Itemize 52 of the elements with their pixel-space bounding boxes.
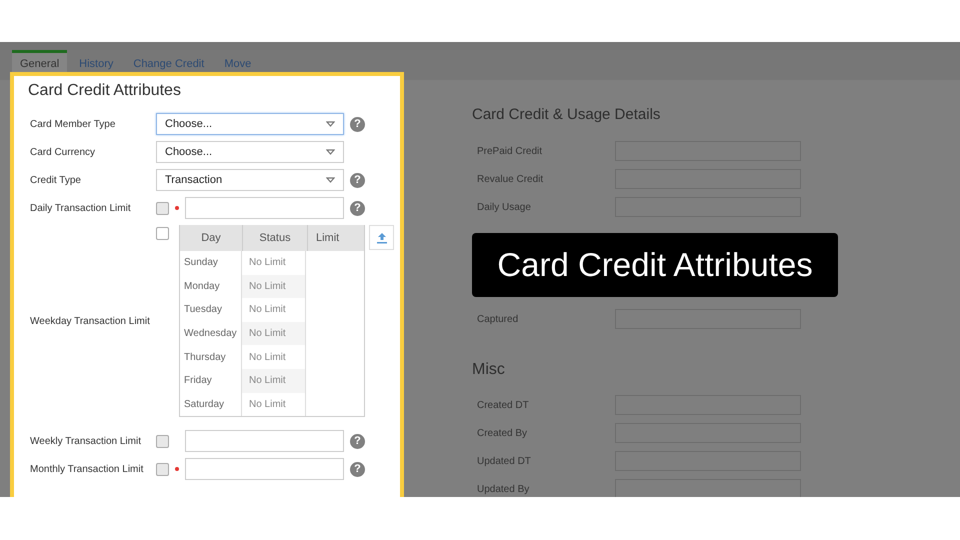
- panel-title: Card Credit Attributes: [28, 82, 182, 100]
- field-label: PrePaid Credit: [476, 146, 544, 156]
- caret-icon: [326, 121, 335, 127]
- table-cell: No Limit: [242, 322, 306, 346]
- caret-icon: [326, 149, 335, 155]
- table-cell: Tuesday: [180, 298, 242, 322]
- column-header: Status: [243, 225, 308, 251]
- column-header: Limit: [315, 231, 340, 246]
- table-cell: No Limit: [242, 368, 306, 393]
- table-cell: No Limit: [242, 392, 306, 416]
- field-label: Credit Type: [30, 174, 82, 186]
- upload-button[interactable]: [369, 225, 394, 250]
- field-label: Weekly Transaction Limit: [30, 436, 142, 447]
- input-field[interactable]: [615, 479, 801, 497]
- field-label: Monthly Transaction Limit: [30, 464, 144, 475]
- help-icon[interactable]: ?: [350, 434, 365, 449]
- section-title: Misc: [472, 361, 506, 379]
- table-cell: Saturday: [180, 392, 242, 416]
- dropdown[interactable]: Choose...: [156, 113, 344, 135]
- field-label: Updated DT: [476, 456, 532, 466]
- section-title: Card Credit & Usage Details: [472, 106, 662, 123]
- field-label: Card Currency: [30, 146, 96, 158]
- caption-banner: Card Credit Attributes: [472, 233, 838, 297]
- dropdown[interactable]: Transaction: [156, 169, 344, 191]
- checkbox[interactable]: [156, 462, 169, 476]
- table-cell: Sunday: [180, 251, 242, 275]
- dropdown[interactable]: Choose...: [156, 141, 344, 163]
- upload-icon: [376, 232, 388, 244]
- checkbox[interactable]: [156, 202, 169, 214]
- field-label: Created DT: [476, 400, 530, 410]
- tab[interactable]: Move: [216, 53, 260, 72]
- field-label: Updated By: [476, 484, 530, 494]
- field-label: Daily Transaction Limit: [30, 202, 132, 214]
- help-icon[interactable]: ?: [350, 172, 365, 188]
- checkbox[interactable]: [156, 227, 169, 240]
- table-cell: Thursday: [180, 345, 242, 369]
- caret-icon: [326, 177, 335, 183]
- field-label: Card Member Type: [30, 118, 116, 130]
- help-icon[interactable]: ?: [350, 462, 365, 477]
- table-cell: No Limit: [242, 274, 306, 298]
- tab[interactable]: General: [12, 50, 68, 72]
- checkbox[interactable]: [156, 434, 169, 448]
- field-label: Created By: [476, 428, 528, 438]
- tab[interactable]: Change Credit: [125, 53, 212, 72]
- field-label: Daily Usage: [476, 202, 532, 212]
- field-label: Revalue Credit: [476, 174, 544, 184]
- field-label: Weekday Transaction Limit: [30, 316, 151, 327]
- column-header: Day: [180, 225, 243, 251]
- help-icon[interactable]: ?: [350, 116, 365, 132]
- help-icon[interactable]: ?: [350, 200, 365, 216]
- tab[interactable]: History: [71, 53, 122, 72]
- field-label: Captured: [476, 314, 520, 324]
